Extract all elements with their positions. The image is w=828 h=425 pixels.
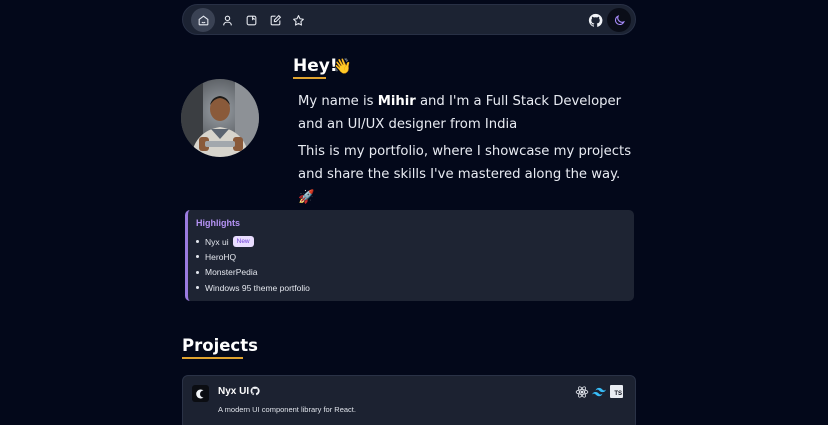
nav-about-button[interactable] (215, 8, 239, 32)
new-badge: New (232, 236, 254, 248)
highlights-panel: Highlights Nyx ui New HeroHQ MonsterPedia… (185, 210, 634, 301)
nav-projects-button[interactable] (239, 8, 263, 32)
highlight-label: MonsterPedia (205, 267, 258, 278)
user-icon (222, 15, 232, 25)
tailwind-icon (591, 384, 606, 399)
greeting-underline (293, 77, 326, 79)
project-card[interactable]: Nyx UI A modern UI component library for… (182, 375, 636, 425)
navbar (182, 4, 636, 35)
home-icon (198, 14, 208, 25)
highlights-title: Highlights (196, 218, 240, 228)
highlight-label: HeroHQ (205, 251, 237, 262)
highlight-item[interactable]: MonsterPedia (196, 265, 310, 280)
highlights-list: Nyx ui New HeroHQ MonsterPedia Windows 95… (196, 234, 310, 295)
edit-icon (270, 14, 281, 25)
project-description: A modern UI component library for React. (218, 405, 356, 414)
folder-icon (246, 15, 256, 25)
projects-underline (182, 357, 243, 359)
author-name: Mihir (377, 94, 416, 109)
github-icon (588, 13, 602, 27)
portfolio-paragraph: This is my portfolio, where I showcase m… (298, 144, 632, 205)
nav-blog-button[interactable] (263, 8, 287, 32)
project-name[interactable]: Nyx UI (218, 386, 249, 397)
github-link-button[interactable] (583, 8, 607, 32)
nav-favorites-button[interactable] (286, 8, 310, 32)
typescript-icon: TS (609, 384, 624, 399)
highlight-item[interactable]: HeroHQ (196, 249, 310, 264)
greeting-heading: Hey! (293, 56, 338, 76)
intro-text: My name is Mihir and I'm a Full Stack De… (298, 90, 638, 209)
projects-heading: Projects (182, 336, 258, 355)
avatar (181, 79, 259, 157)
highlight-item[interactable]: Nyx ui New (196, 234, 310, 249)
typescript-label: TS (610, 385, 623, 398)
nyx-logo-icon (192, 385, 209, 402)
moon-icon (614, 14, 625, 25)
wave-emoji: 👋 (333, 58, 352, 75)
star-icon (292, 14, 304, 26)
highlight-label: Windows 95 theme portfolio (205, 282, 310, 293)
nav-home-button[interactable] (191, 8, 215, 32)
highlight-item[interactable]: Windows 95 theme portfolio (196, 280, 310, 295)
highlight-label: Nyx ui (205, 236, 229, 247)
theme-toggle-button[interactable] (607, 8, 631, 32)
project-github-icon[interactable] (250, 386, 260, 396)
intro-paragraph: My name is Mihir and I'm a Full Stack De… (298, 90, 638, 136)
react-icon (574, 384, 589, 399)
intro-prefix: My name is (298, 94, 378, 109)
